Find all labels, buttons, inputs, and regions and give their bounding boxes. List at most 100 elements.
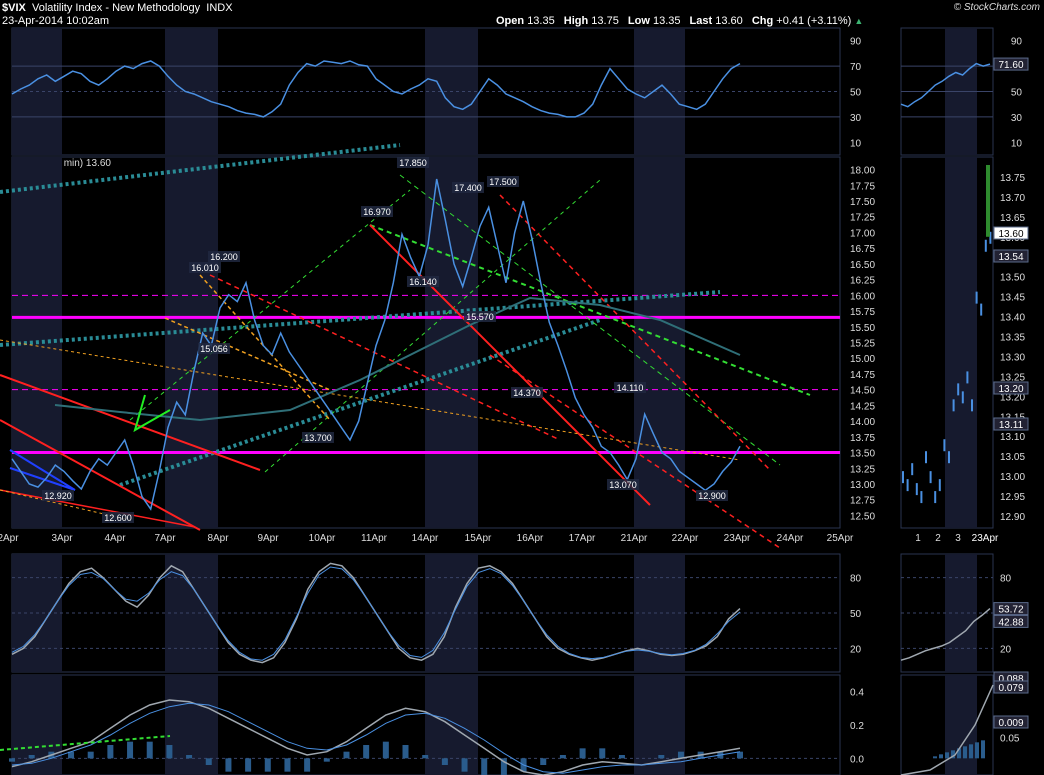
date-tick-label: 21Apr bbox=[621, 533, 648, 544]
price-tick-label: 13.00 bbox=[850, 480, 875, 491]
date-tick-label: 2Apr bbox=[0, 533, 19, 544]
price-tick-label: 14.75 bbox=[850, 370, 875, 381]
price-annotation: 16.010 bbox=[191, 263, 219, 273]
rsi-tick-label-main: 50 bbox=[850, 88, 862, 99]
price-tick-label: 17.50 bbox=[850, 197, 875, 208]
price-tick-label: 16.00 bbox=[850, 291, 875, 302]
price-tick-label: 16.75 bbox=[850, 244, 875, 255]
inset-price-tick-label: 13.65 bbox=[1000, 213, 1025, 224]
price-tick-label: 16.25 bbox=[850, 276, 875, 287]
inset-value-label: 13.20 bbox=[998, 384, 1023, 395]
inset-date-tick-label: 2 bbox=[935, 533, 941, 544]
price-tick-label: 13.50 bbox=[850, 449, 875, 460]
price-annotation: 14.370 bbox=[513, 388, 541, 398]
inset-value-label: 13.60 bbox=[998, 229, 1023, 240]
date-tick-label: 9Apr bbox=[257, 533, 279, 544]
macd-line bbox=[11, 699, 741, 775]
inset-price-tick-label: 13.45 bbox=[1000, 293, 1025, 304]
rsi-tick-label: 10 bbox=[1011, 138, 1023, 149]
sto-inset-tick-label: 80 bbox=[1000, 574, 1012, 585]
price-tick-label: 15.00 bbox=[850, 354, 875, 365]
price-annotation: 12.920 bbox=[44, 491, 72, 501]
rsi-tick-label: 90 bbox=[1011, 37, 1023, 48]
price-tick-label: 12.75 bbox=[850, 496, 875, 507]
inset-price-tick-label: 13.10 bbox=[1000, 432, 1025, 443]
date-tick-label: 14Apr bbox=[412, 533, 439, 544]
inset-price-tick-label: 13.35 bbox=[1000, 333, 1025, 344]
date-tick-label: 7Apr bbox=[154, 533, 176, 544]
price-tick-label: 14.50 bbox=[850, 386, 875, 397]
date-tick-label: 10Apr bbox=[309, 533, 336, 544]
macd-value-label: 0.079 bbox=[998, 683, 1023, 694]
price-tick-label: 15.25 bbox=[850, 339, 875, 350]
rsi-tick-label-main: 90 bbox=[850, 37, 862, 48]
price-annotation: 13.070 bbox=[609, 480, 637, 490]
price-tick-label: 15.50 bbox=[850, 323, 875, 334]
inset-price-tick-label: 13.05 bbox=[1000, 452, 1025, 463]
inset-price-tick-label: 13.50 bbox=[1000, 273, 1025, 284]
rsi-line bbox=[11, 60, 741, 118]
macd-tick-label: 0.4 bbox=[850, 688, 864, 699]
rsi-tick-label-main: 10 bbox=[850, 138, 862, 149]
trend-line bbox=[0, 339, 741, 461]
inset-day-shade bbox=[945, 157, 977, 528]
day-shade bbox=[634, 28, 685, 155]
date-tick-label: 16Apr bbox=[517, 533, 544, 544]
sto-tick-label: 50 bbox=[850, 609, 862, 620]
inset-price-tick-label: 13.30 bbox=[1000, 352, 1025, 363]
date-tick-label: 11Apr bbox=[361, 533, 388, 544]
price-annotation: 16.970 bbox=[363, 207, 391, 217]
price-tick-label: 17.75 bbox=[850, 181, 875, 192]
price-annotation: 15.056 bbox=[200, 344, 228, 354]
sto-signal-line bbox=[11, 566, 741, 661]
price-annotation: 12.900 bbox=[698, 491, 726, 501]
sto-tick-label: 80 bbox=[850, 574, 862, 585]
inset-day-shade bbox=[945, 675, 977, 775]
macd-value-label: 0.009 bbox=[998, 718, 1023, 729]
price-annotation: 17.850 bbox=[399, 158, 427, 168]
price-annotation: 15.570 bbox=[466, 312, 494, 322]
inset-price-tick-label: 12.95 bbox=[1000, 492, 1025, 503]
price-annotation: 14.110 bbox=[617, 383, 644, 393]
price-annotation: 17.500 bbox=[489, 177, 517, 187]
price-tick-label: 17.25 bbox=[850, 213, 875, 224]
price-annotation: 17.400 bbox=[454, 183, 482, 193]
date-tick-label: 15Apr bbox=[465, 533, 492, 544]
date-tick-label: 17Apr bbox=[569, 533, 596, 544]
price-tick-label: 18.00 bbox=[850, 166, 875, 177]
green-wedge bbox=[133, 394, 171, 433]
trend-line bbox=[209, 274, 561, 441]
price-line bbox=[11, 178, 741, 511]
macd-signal-line bbox=[11, 702, 741, 774]
date-tick-label: 3Apr bbox=[51, 533, 73, 544]
price-annotation: 12.600 bbox=[104, 513, 132, 523]
inset-price-tick-label: 13.00 bbox=[1000, 472, 1025, 483]
price-tick-label: 13.25 bbox=[850, 464, 875, 475]
date-tick-label: 23Apr bbox=[724, 533, 751, 544]
rsi-tick-label: 50 bbox=[1011, 88, 1023, 99]
vix-chart: 9070503010907050301071.6018.0017.7517.50… bbox=[0, 27, 1029, 775]
inset-price-tick-label: 13.70 bbox=[1000, 193, 1025, 204]
day-shade bbox=[634, 675, 685, 775]
price-tick-label: 12.50 bbox=[850, 511, 875, 522]
macd-inset-tick-label: 0.05 bbox=[1000, 734, 1020, 745]
inset-value-label: 13.11 bbox=[999, 420, 1024, 431]
sto-tick-label: 20 bbox=[850, 644, 862, 655]
sto-value-label: 53.72 bbox=[998, 605, 1023, 616]
date-tick-label: 24Apr bbox=[777, 533, 804, 544]
day-shade bbox=[634, 157, 685, 528]
inset-price-tick-label: 13.40 bbox=[1000, 313, 1025, 324]
price-annotation: 16.200 bbox=[210, 252, 238, 262]
macd-tick-label: 0.0 bbox=[850, 754, 864, 765]
rsi-tick-label: 30 bbox=[1011, 113, 1023, 124]
trend-line bbox=[369, 224, 651, 506]
inset-date-tick-label: 23Apr bbox=[972, 533, 999, 544]
date-tick-label: 8Apr bbox=[207, 533, 229, 544]
macd-tick-label: 0.2 bbox=[850, 721, 864, 732]
price-tick-label: 15.75 bbox=[850, 307, 875, 318]
inset-price-tick-label: 12.90 bbox=[1000, 512, 1025, 523]
inset-date-tick-label: 3 bbox=[955, 533, 961, 544]
price-tick-label: 14.25 bbox=[850, 401, 875, 412]
price-tick-label: 14.00 bbox=[850, 417, 875, 428]
price-annotation: 13.700 bbox=[304, 433, 332, 443]
